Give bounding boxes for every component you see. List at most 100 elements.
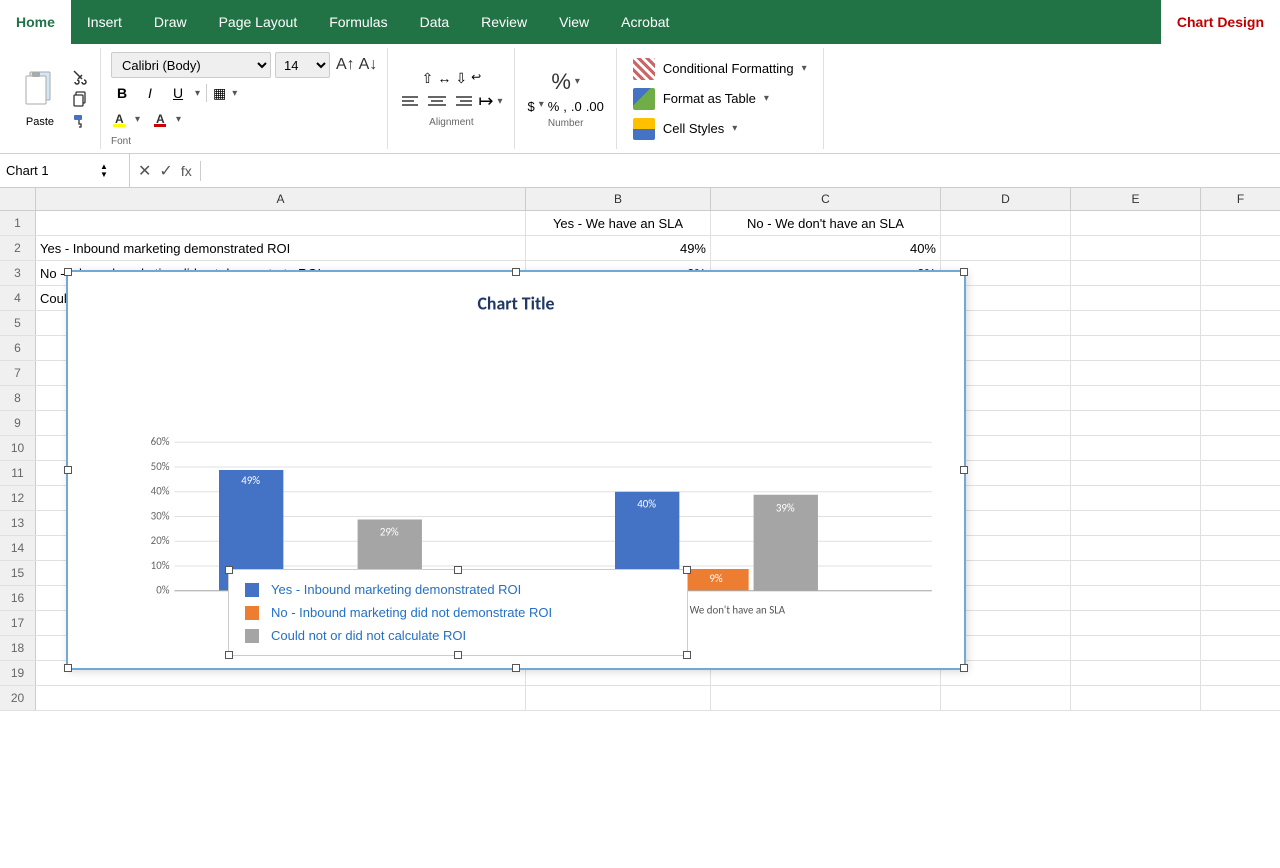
cell-f3[interactable] [1201, 261, 1280, 285]
align-right-icon[interactable] [452, 91, 474, 113]
increase-decimal-button[interactable]: .0 [571, 99, 582, 114]
cell-f4[interactable] [1201, 286, 1280, 310]
bold-button[interactable]: B [111, 82, 133, 104]
merge-dropdown[interactable]: ▾ [497, 96, 502, 107]
currency-button[interactable]: $ [527, 99, 534, 114]
resize-handle-e[interactable] [960, 466, 968, 474]
decrease-decimal-button[interactable]: .00 [586, 99, 604, 114]
col-header-c[interactable]: C [711, 188, 941, 210]
wrap-text-button[interactable]: ↩ [471, 70, 481, 87]
svg-text:A: A [156, 112, 165, 126]
tab-home[interactable]: Home [0, 0, 71, 44]
col-header-a[interactable]: A [36, 188, 526, 210]
cell-e1[interactable] [1071, 211, 1201, 235]
legend-handle-n[interactable] [454, 566, 462, 574]
tab-page-layout[interactable]: Page Layout [203, 0, 314, 44]
tab-insert[interactable]: Insert [71, 0, 138, 44]
cut-button[interactable] [68, 67, 92, 87]
legend-handle-se[interactable] [683, 651, 691, 659]
font-color-dropdown[interactable]: ▾ [176, 114, 181, 125]
cell-name-arrows[interactable]: ▲ ▼ [100, 163, 108, 179]
cancel-formula-button[interactable]: ✕ [138, 161, 151, 181]
cell-d1[interactable] [941, 211, 1071, 235]
currency-dropdown[interactable]: ▾ [539, 99, 544, 114]
conditional-formatting-dropdown[interactable]: ▾ [802, 63, 807, 74]
col-header-b[interactable]: B [526, 188, 711, 210]
cell-b1[interactable]: Yes - We have an SLA [526, 211, 711, 235]
comma-button[interactable]: , [563, 99, 567, 114]
font-style-row: B I U ▾ ▦ ▾ [111, 82, 377, 104]
cell-e3[interactable] [1071, 261, 1201, 285]
format-as-table-icon [633, 88, 655, 110]
cell-styles-button[interactable]: Cell Styles ▾ [627, 115, 813, 143]
font-color-button[interactable]: A ▾ [152, 108, 181, 130]
chart-container[interactable]: Chart Title 60% 50% 40% 30% 20% 10% 0% 4… [66, 270, 966, 670]
align-bottom-button[interactable]: ⇩ [455, 70, 467, 87]
cell-styles-dropdown[interactable]: ▾ [732, 123, 737, 134]
tab-formulas[interactable]: Formulas [313, 0, 403, 44]
resize-handle-s[interactable] [512, 664, 520, 672]
cell-c1[interactable]: No - We don't have an SLA [711, 211, 941, 235]
resize-handle-n[interactable] [512, 268, 520, 276]
font-name-select[interactable]: Calibri (Body) [111, 52, 271, 78]
cell-a2[interactable]: Yes - Inbound marketing demonstrated ROI [36, 236, 526, 260]
col-header-d[interactable]: D [941, 188, 1071, 210]
cell-d2[interactable] [941, 236, 1071, 260]
underline-button[interactable]: U [167, 82, 189, 104]
confirm-formula-button[interactable]: ✓ [159, 161, 172, 181]
align-center-icon[interactable] [426, 91, 448, 113]
font-size-select[interactable]: 14 [275, 52, 330, 78]
format-as-table-label: Format as Table [663, 91, 756, 106]
tab-data[interactable]: Data [404, 0, 466, 44]
font-grow-icon[interactable]: A↑ [336, 56, 355, 74]
percent-symbol: % [551, 69, 571, 95]
format-as-table-dropdown[interactable]: ▾ [764, 93, 769, 104]
align-middle-button[interactable]: ↔ [437, 70, 451, 87]
svg-text:49%: 49% [241, 474, 260, 487]
resize-handle-w[interactable] [64, 466, 72, 474]
italic-button[interactable]: I [139, 82, 161, 104]
cell-b2[interactable]: 49% [526, 236, 711, 260]
align-top-button[interactable]: ⇧ [422, 70, 434, 87]
underline-arrow[interactable]: ▾ [195, 88, 200, 99]
copy-button[interactable] [68, 89, 92, 109]
resize-handle-nw[interactable] [64, 268, 72, 276]
align-left-icon[interactable] [400, 91, 422, 113]
percent-button[interactable]: % [548, 99, 560, 114]
legend-handle-nw[interactable] [225, 566, 233, 574]
formula-input[interactable] [201, 154, 1280, 188]
tab-chart-design[interactable]: Chart Design [1161, 0, 1280, 44]
fx-button[interactable]: fx [181, 163, 192, 179]
cell-a1[interactable] [36, 211, 526, 235]
tab-acrobat[interactable]: Acrobat [605, 0, 685, 44]
legend-handle-s[interactable] [454, 651, 462, 659]
cell-e2[interactable] [1071, 236, 1201, 260]
table-row: 2 Yes - Inbound marketing demonstrated R… [0, 236, 1280, 261]
cell-name-input[interactable] [6, 163, 96, 178]
resize-handle-sw[interactable] [64, 664, 72, 672]
col-header-e[interactable]: E [1071, 188, 1201, 210]
border-arrow[interactable]: ▾ [232, 88, 237, 99]
tab-review[interactable]: Review [465, 0, 543, 44]
tab-draw[interactable]: Draw [138, 0, 203, 44]
resize-handle-se[interactable] [960, 664, 968, 672]
legend-handle-ne[interactable] [683, 566, 691, 574]
format-painter-button[interactable] [68, 111, 92, 131]
tab-view[interactable]: View [543, 0, 605, 44]
format-as-table-button[interactable]: Format as Table ▾ [627, 85, 813, 113]
resize-handle-ne[interactable] [960, 268, 968, 276]
number-format-dropdown[interactable]: ▾ [575, 76, 580, 87]
highlight-dropdown[interactable]: ▾ [135, 114, 140, 125]
merge-center-button[interactable]: ↦ [478, 91, 493, 112]
font-shrink-icon[interactable]: A↓ [359, 56, 378, 74]
cell-c2[interactable]: 40% [711, 236, 941, 260]
conditional-formatting-button[interactable]: Conditional Formatting ▾ [627, 55, 813, 83]
cell-f2[interactable] [1201, 236, 1280, 260]
paste-button[interactable]: Paste [16, 64, 64, 134]
cell-f1[interactable] [1201, 211, 1280, 235]
legend-handle-sw[interactable] [225, 651, 233, 659]
highlight-color-button[interactable]: A ▾ [111, 108, 140, 130]
col-header-f[interactable]: F [1201, 188, 1280, 210]
cell-e4[interactable] [1071, 286, 1201, 310]
border-button[interactable]: ▦ [213, 85, 226, 102]
